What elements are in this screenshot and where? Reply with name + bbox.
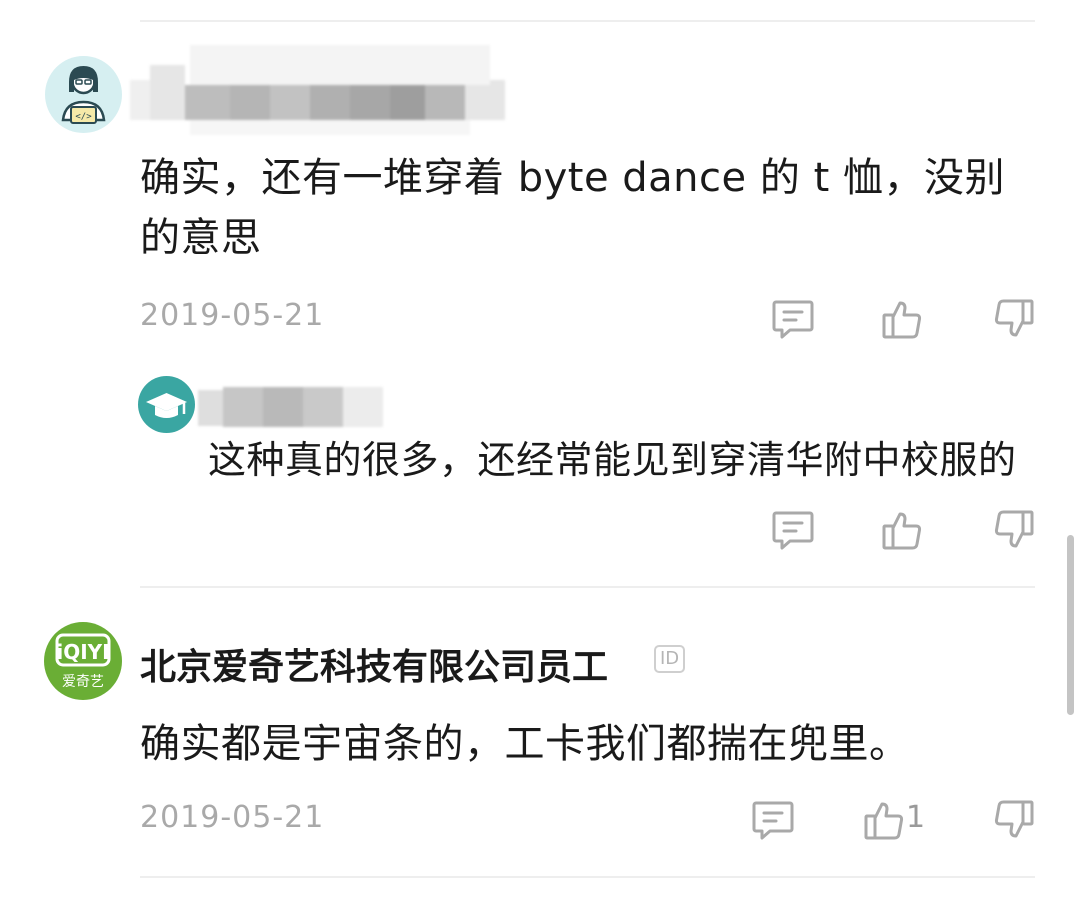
like-button[interactable] [880,296,926,342]
comment-date: 2019-05-21 [140,298,325,333]
comment-date: 2019-05-21 [140,800,325,835]
comment-divider [140,586,1035,588]
reply-reply-button[interactable] [770,507,816,553]
thumbs-up-icon [882,301,922,339]
comment-icon [772,300,814,339]
reply-button[interactable] [750,797,796,843]
bottom-divider [140,876,1035,878]
id-badge[interactable]: ID [654,645,686,673]
comment-text: 确实都是宇宙条的，工卡我们都揣在兜里。 [140,721,910,767]
comment-icon [772,511,814,550]
reply-text: 这种真的很多，还经常能见到穿清华附中校服的 [208,438,1017,482]
thumbs-up-icon [882,512,922,550]
coder-avatar-icon: </> [61,66,106,124]
thumbs-up-icon [864,802,904,840]
scrollbar[interactable] [1067,535,1074,715]
comment-text-line: 的意思 [140,215,262,261]
comment-icon [752,801,794,840]
reply-button[interactable] [770,296,816,342]
like-button[interactable] [862,797,908,843]
reply-dislike-button[interactable] [990,507,1036,553]
thumbs-down-icon [994,510,1034,548]
comment-text-line: 确实，还有一堆穿着 byte dance 的 t 恤，没别 [140,155,1005,201]
dislike-button[interactable] [990,296,1036,342]
user-avatar[interactable]: </> [45,56,122,133]
svg-text:</>: </> [75,112,92,122]
graduation-cap-icon [146,393,187,418]
thumbs-down-icon [994,800,1034,838]
like-count: 1 [906,800,926,835]
dislike-button[interactable] [990,797,1036,843]
iqiyi-logo-text: iQIYI [56,640,109,664]
comment-text: 确实，还有一堆穿着 byte dance 的 t 恤，没别 的意思 [140,150,1040,266]
reply-avatar[interactable] [138,376,195,433]
iqiyi-avatar[interactable]: iQIYI 爱奇艺 [44,622,122,700]
top-divider [140,20,1035,22]
username[interactable]: 北京爱奇艺科技有限公司员工 [140,638,608,690]
iqiyi-logo-icon: iQIYI 爱奇艺 [55,633,111,690]
username-redacted[interactable] [130,40,540,140]
reply-username-redacted[interactable] [198,382,383,432]
thumbs-down-icon [994,299,1034,337]
reply-like-button[interactable] [880,507,926,553]
iqiyi-logo-subtext: 爱奇艺 [62,673,104,690]
